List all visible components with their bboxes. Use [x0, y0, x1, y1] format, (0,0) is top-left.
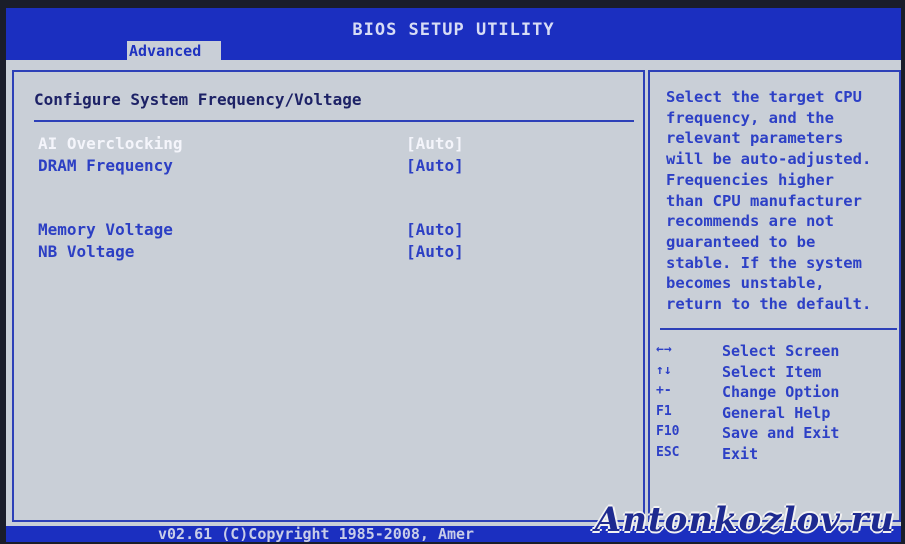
key-description: Exit	[722, 444, 759, 463]
bios-screen: BIOS SETUP UTILITY Advanced Configure Sy…	[6, 8, 901, 542]
setting-value[interactable]: [Auto]	[406, 220, 464, 239]
help-text: Select the target CPU frequency, and the…	[666, 88, 872, 314]
setting-label: Memory Voltage	[38, 220, 173, 239]
key-legend-row: +- Change Option	[656, 383, 896, 404]
key-description: Save and Exit	[722, 424, 840, 442]
section-divider	[34, 120, 634, 122]
setting-value[interactable]: [Auto]	[406, 156, 464, 175]
help-panel: Select the target CPU frequency, and the…	[648, 70, 901, 522]
setting-value[interactable]: [Auto]	[406, 134, 464, 153]
key-legend-row: F1 General Help	[656, 404, 896, 425]
key-legend-row: ESC Exit	[656, 445, 896, 466]
help-divider	[660, 328, 897, 330]
setting-label: DRAM Frequency	[38, 156, 173, 175]
key-legend-row: ←→ Select Screen	[656, 342, 896, 363]
key-legend-row: F10 Save and Exit	[656, 424, 896, 445]
key-description: Select Item	[722, 362, 822, 381]
key-legend-row: ↑↓ Select Item	[656, 363, 896, 384]
key-name: ESC	[656, 444, 680, 460]
tab-advanced[interactable]: Advanced	[127, 41, 221, 61]
setting-label: AI Overclocking	[38, 134, 183, 153]
key-description: General Help	[722, 403, 831, 422]
setting-label: NB Voltage	[38, 242, 135, 261]
section-title: Configure System Frequency/Voltage	[34, 90, 362, 109]
plus-minus-icon: +-	[656, 383, 672, 398]
watermark-logo: Antonkozlov.ru	[594, 500, 895, 540]
key-name: F10	[656, 424, 680, 439]
up-down-arrows-icon: ↑↓	[656, 362, 672, 378]
key-name: F1	[656, 403, 672, 419]
settings-panel: Configure System Frequency/Voltage AI Ov…	[12, 70, 645, 522]
key-legend: ←→ Select Screen ↑↓ Select Item +- Chang…	[656, 342, 896, 465]
title-bar: BIOS SETUP UTILITY Advanced	[6, 8, 901, 61]
key-description: Change Option	[722, 383, 840, 401]
key-description: Select Screen	[722, 342, 840, 360]
copyright-text: v02.61 (C)Copyright 1985-2008, Amer	[158, 525, 475, 542]
setting-value[interactable]: [Auto]	[406, 242, 464, 261]
bios-title: BIOS SETUP UTILITY	[352, 20, 555, 40]
left-right-arrows-icon: ←→	[656, 342, 672, 357]
